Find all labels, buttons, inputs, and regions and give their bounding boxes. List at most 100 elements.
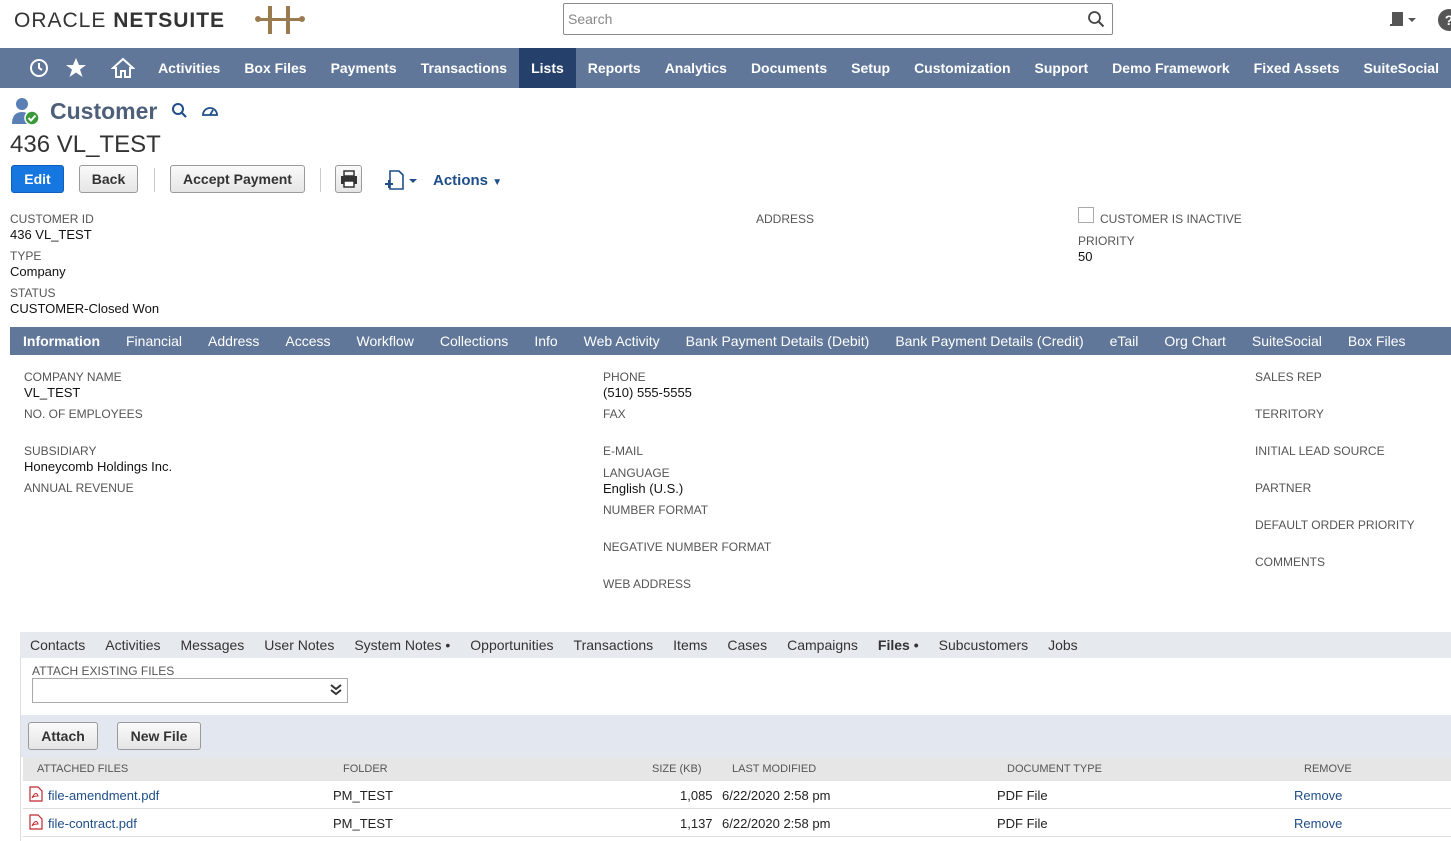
nav-analytics[interactable]: Analytics: [653, 48, 739, 88]
toolbar-divider: [154, 168, 155, 192]
nav-reports[interactable]: Reports: [576, 48, 653, 88]
help-icon[interactable]: ?: [1438, 9, 1451, 31]
subtab-campaigns[interactable]: Campaigns: [777, 637, 868, 653]
priority-label: PRIORITY: [1078, 234, 1135, 248]
tab-information[interactable]: Information: [10, 327, 113, 355]
print-button[interactable]: [335, 165, 362, 193]
phone-label: PHONE: [603, 370, 646, 384]
subtab-transactions[interactable]: Transactions: [564, 637, 664, 653]
attach-existing-label: ATTACH EXISTING FILES: [32, 664, 175, 678]
nav-fixed-assets[interactable]: Fixed Assets: [1242, 48, 1352, 88]
attach-button[interactable]: Attach: [28, 722, 98, 750]
actions-menu[interactable]: Actions ▼: [433, 172, 502, 189]
honeycomb-logo-icon: [255, 6, 305, 34]
customer-icon: [12, 98, 40, 126]
nav-transactions[interactable]: Transactions: [409, 48, 519, 88]
subtab-subcustomers[interactable]: Subcustomers: [929, 637, 1038, 653]
column-document-type[interactable]: DOCUMENT TYPE: [1007, 763, 1102, 775]
email-label: E-MAIL: [603, 444, 644, 458]
tab-org-chart[interactable]: Org Chart: [1151, 327, 1238, 355]
shortcuts-star-icon[interactable]: [53, 48, 100, 88]
main-navigation: Activities Box Files Payments Transactio…: [0, 48, 1451, 88]
file-name-link[interactable]: file-amendment.pdf: [48, 788, 159, 803]
home-icon[interactable]: [100, 48, 147, 88]
nav-customization[interactable]: Customization: [902, 48, 1022, 88]
nav-suitesocial[interactable]: SuiteSocial: [1352, 48, 1451, 88]
priority-value: 50: [1078, 249, 1093, 264]
nav-documents[interactable]: Documents: [739, 48, 839, 88]
nav-activities[interactable]: Activities: [146, 48, 232, 88]
global-search[interactable]: [563, 3, 1113, 35]
order-priority-label: DEFAULT ORDER PRIORITY: [1255, 518, 1415, 532]
web-address-label: WEB ADDRESS: [603, 577, 692, 591]
pdf-file-icon: [29, 786, 43, 802]
tab-address[interactable]: Address: [195, 327, 272, 355]
remove-link[interactable]: Remove: [1294, 816, 1342, 831]
tab-bank-payment-credit[interactable]: Bank Payment Details (Credit): [882, 327, 1096, 355]
file-name-link[interactable]: file-contract.pdf: [48, 816, 137, 831]
files-toolbar: Attach New File: [21, 715, 1451, 757]
nav-demo-framework[interactable]: Demo Framework: [1100, 48, 1241, 88]
search-icon[interactable]: [1087, 10, 1105, 28]
back-button[interactable]: Back: [79, 165, 138, 193]
nav-lists[interactable]: Lists: [519, 48, 576, 88]
file-modified: 6/22/2020 2:58 pm: [722, 788, 831, 803]
oracle-netsuite-logo[interactable]: ORACLE NETSUITE: [14, 9, 225, 33]
customer-inactive-checkbox[interactable]: [1078, 207, 1094, 223]
customer-id-value: 436 VL_TEST: [10, 227, 92, 242]
new-record-menu[interactable]: [384, 169, 420, 191]
column-last-modified[interactable]: LAST MODIFIED: [732, 763, 816, 775]
tab-box-files[interactable]: Box Files: [1335, 327, 1419, 355]
tab-info[interactable]: Info: [521, 327, 570, 355]
new-file-button[interactable]: New File: [117, 722, 201, 750]
subtab-cases[interactable]: Cases: [717, 637, 777, 653]
column-size[interactable]: SIZE (KB): [652, 763, 702, 775]
subtab-files[interactable]: Files •: [868, 637, 929, 653]
language-value: English (U.S.): [603, 481, 684, 496]
tab-workflow[interactable]: Workflow: [344, 327, 427, 355]
tab-suitesocial[interactable]: SuiteSocial: [1239, 327, 1335, 355]
nav-setup[interactable]: Setup: [839, 48, 902, 88]
record-name: 436 VL_TEST: [10, 131, 161, 158]
subtab-activities[interactable]: Activities: [95, 637, 170, 653]
nav-support[interactable]: Support: [1023, 48, 1101, 88]
pdf-file-icon: [29, 814, 43, 830]
subtab-messages[interactable]: Messages: [170, 637, 254, 653]
remove-link[interactable]: Remove: [1294, 788, 1342, 803]
top-header: ORACLE NETSUITE ?: [0, 0, 1451, 48]
type-label: TYPE: [10, 249, 42, 263]
dashboard-icon[interactable]: [201, 102, 219, 120]
tab-financial[interactable]: Financial: [113, 327, 195, 355]
subtab-user-notes[interactable]: User Notes: [254, 637, 344, 653]
recent-records-icon[interactable]: [24, 48, 53, 88]
nav-payments[interactable]: Payments: [319, 48, 409, 88]
sublist-tabs: Contacts Activities Messages User Notes …: [20, 632, 1451, 658]
tab-access[interactable]: Access: [272, 327, 343, 355]
subtab-system-notes[interactable]: System Notes •: [344, 637, 460, 653]
table-row: file-contract.pdf PM_TEST 1,137 6/22/202…: [23, 809, 1451, 837]
subtab-opportunities[interactable]: Opportunities: [460, 637, 563, 653]
file-size: 1,085: [680, 788, 713, 803]
search-input[interactable]: [568, 5, 1068, 33]
record-tabs: Information Financial Address Access Wor…: [10, 327, 1451, 355]
attach-existing-select[interactable]: [32, 678, 348, 703]
tab-collections[interactable]: Collections: [427, 327, 521, 355]
subtab-jobs[interactable]: Jobs: [1038, 637, 1088, 653]
subsidiary-value: Honeycomb Holdings Inc.: [24, 459, 173, 474]
tab-bank-payment-debit[interactable]: Bank Payment Details (Debit): [673, 327, 883, 355]
role-menu-icon[interactable]: [1388, 8, 1418, 34]
employees-label: NO. OF EMPLOYEES: [24, 407, 143, 421]
search-record-icon[interactable]: [171, 102, 189, 120]
type-value: Company: [10, 264, 66, 279]
edit-button[interactable]: Edit: [11, 165, 64, 193]
tab-web-activity[interactable]: Web Activity: [571, 327, 673, 355]
subtab-contacts[interactable]: Contacts: [20, 637, 95, 653]
accept-payment-button[interactable]: Accept Payment: [170, 165, 305, 193]
nav-box-files[interactable]: Box Files: [232, 48, 318, 88]
table-header: ATTACHED FILES FOLDER SIZE (KB) LAST MOD…: [23, 757, 1451, 781]
column-remove: REMOVE: [1304, 763, 1352, 775]
subtab-items[interactable]: Items: [663, 637, 717, 653]
column-attached-files[interactable]: ATTACHED FILES: [37, 763, 128, 775]
column-folder[interactable]: FOLDER: [343, 763, 388, 775]
tab-etail[interactable]: eTail: [1097, 327, 1152, 355]
